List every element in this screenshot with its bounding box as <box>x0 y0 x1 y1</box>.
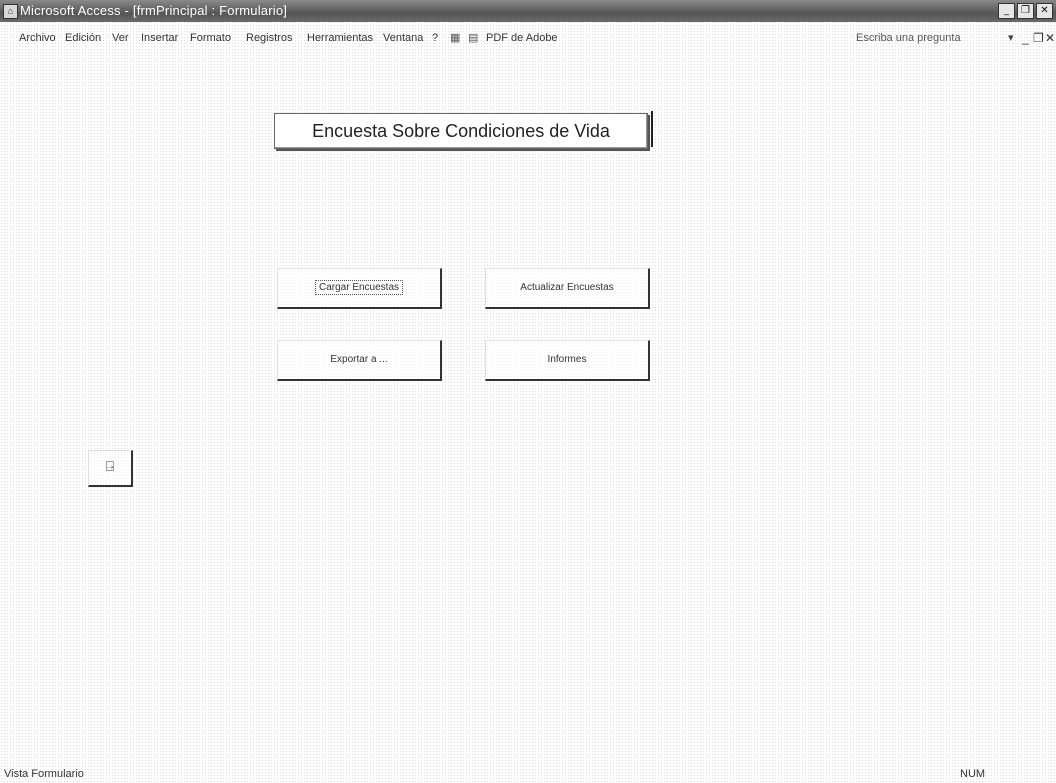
window-titlebar: ⌂ Microsoft Access - [frmPrincipal : For… <box>0 0 1056 22</box>
cargar-encuestas-button[interactable]: Cargar Encuestas <box>277 268 442 309</box>
exit-door-icon: ⍈ <box>105 459 115 475</box>
form-title-label: Encuesta Sobre Condiciones de Vida <box>274 111 653 149</box>
minimize-button[interactable]: _ <box>998 3 1015 19</box>
status-bar: Vista Formulario NUM <box>0 764 1056 783</box>
close-button[interactable]: ✕ <box>1036 3 1053 19</box>
menu-pdf-adobe[interactable]: PDF de Adobe <box>486 32 558 44</box>
menu-ventana[interactable]: Ventana <box>383 32 423 44</box>
menu-archivo[interactable]: Archivo <box>19 32 56 44</box>
menu-insertar[interactable]: Insertar <box>141 32 178 44</box>
menu-ver[interactable]: Ver <box>112 32 129 44</box>
help-question-input[interactable]: Escriba una pregunta <box>856 32 961 44</box>
menu-formato[interactable]: Formato <box>190 32 231 44</box>
exit-button[interactable]: ⍈ <box>88 450 133 487</box>
cargar-encuestas-label: Cargar Encuestas <box>314 280 404 295</box>
mdi-restore-button[interactable]: ❐ <box>1033 31 1044 45</box>
access-app-icon[interactable]: ⌂ <box>3 4 18 19</box>
status-view-mode: Vista Formulario <box>4 768 84 780</box>
mdi-minimize-button[interactable]: _ <box>1022 31 1029 45</box>
exportar-button[interactable]: Exportar a ... <box>277 340 442 381</box>
adobe-acrobat-icon[interactable]: ▤ <box>468 31 478 44</box>
menu-bar: Archivo Edición Ver Insertar Formato Reg… <box>0 29 1056 49</box>
restore-button[interactable]: ❐ <box>1017 3 1034 19</box>
help-dropdown-icon[interactable]: ▾ <box>1008 31 1014 44</box>
menu-herramientas[interactable]: Herramientas <box>307 32 373 44</box>
informes-button[interactable]: Informes <box>485 340 650 381</box>
menu-registros[interactable]: Registros <box>246 32 292 44</box>
menu-ayuda[interactable]: ? <box>432 32 438 44</box>
actualizar-encuestas-button[interactable]: Actualizar Encuestas <box>485 268 650 309</box>
adobe-pdf-icon[interactable]: ▦ <box>450 31 460 44</box>
window-controls: _ ❐ ✕ <box>998 3 1053 19</box>
menu-edicion[interactable]: Edición <box>65 32 101 44</box>
mdi-close-button[interactable]: ✕ <box>1045 31 1055 45</box>
window-title: Microsoft Access - [frmPrincipal : Formu… <box>20 3 288 18</box>
status-num-lock: NUM <box>960 768 986 780</box>
